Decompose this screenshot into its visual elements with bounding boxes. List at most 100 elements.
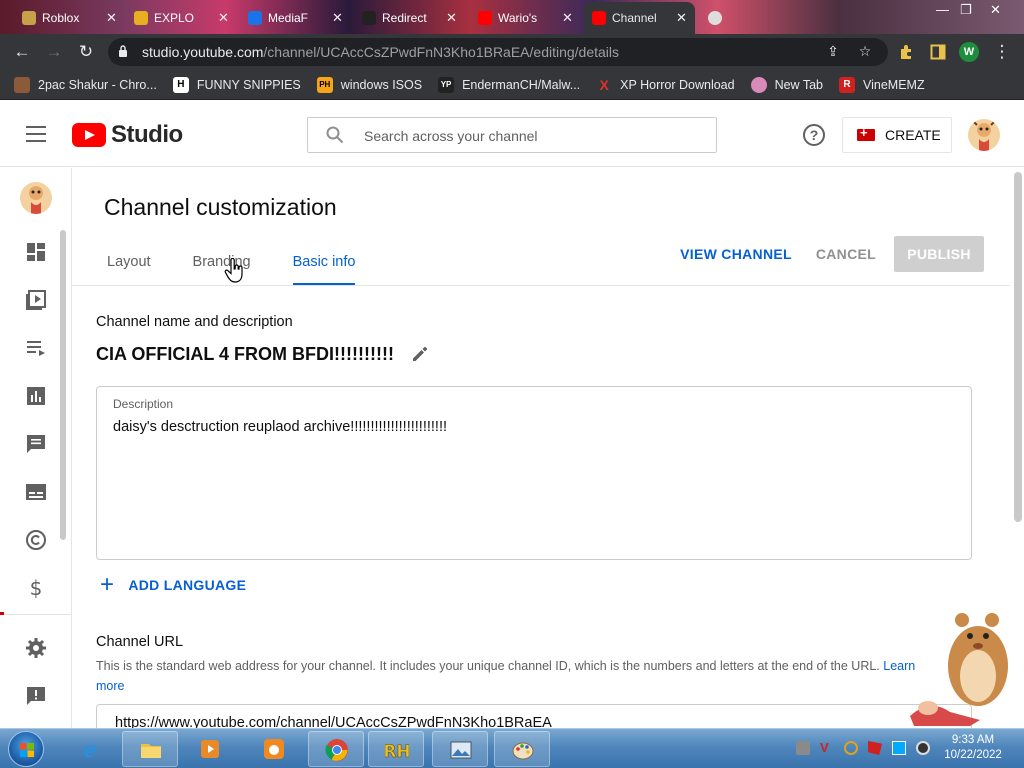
- close-window-icon[interactable]: ✕: [990, 2, 1001, 18]
- roblox-icon: [22, 11, 36, 25]
- browser-tab[interactable]: Redirect ✕: [354, 4, 465, 32]
- copyright-icon[interactable]: [24, 528, 48, 552]
- taskbar-ie[interactable]: e: [62, 731, 118, 767]
- monetization-icon[interactable]: $: [24, 576, 48, 600]
- close-icon[interactable]: ✕: [446, 10, 457, 26]
- taskbar-explorer[interactable]: [122, 731, 178, 767]
- tray-app-icon[interactable]: [796, 741, 810, 755]
- dashboard-icon[interactable]: [24, 240, 48, 264]
- sidepanel-icon[interactable]: [930, 44, 946, 60]
- content-icon[interactable]: [24, 288, 48, 312]
- view-channel-button[interactable]: VIEW CHANNEL: [668, 236, 804, 272]
- mediafire-icon: [248, 11, 262, 25]
- browser-tab[interactable]: Wario's ✕: [470, 4, 581, 32]
- menu-icon[interactable]: ⋮: [992, 42, 1012, 62]
- browser-tab-active[interactable]: Channel ✕: [584, 2, 695, 34]
- back-icon[interactable]: ←: [12, 42, 32, 62]
- tray-search-icon[interactable]: [844, 741, 858, 755]
- sidebar-scrollbar[interactable]: [60, 230, 66, 540]
- hamburger-menu-icon[interactable]: [26, 126, 46, 142]
- bookmark[interactable]: R VineMEMZ: [839, 76, 925, 93]
- star-icon[interactable]: ☆: [856, 43, 874, 61]
- taskbar-resource-hacker[interactable]: RH: [368, 731, 424, 767]
- address-bar[interactable]: studio.youtube.com/channel/UCAccCsZPwdFn…: [108, 38, 888, 66]
- create-button[interactable]: CREATE: [842, 117, 952, 153]
- taskbar-media[interactable]: [182, 731, 238, 767]
- left-sidebar: $: [0, 168, 72, 728]
- studio-logo-text[interactable]: Studio: [111, 121, 183, 149]
- share-icon[interactable]: ⇪: [824, 43, 842, 61]
- bookmark[interactable]: PH windows ISOS: [316, 76, 422, 93]
- close-icon[interactable]: ✕: [562, 10, 573, 26]
- comments-icon[interactable]: [24, 432, 48, 456]
- new-tab-icon[interactable]: [700, 4, 722, 32]
- extensions-icon[interactable]: [898, 44, 914, 60]
- avatar[interactable]: [968, 119, 1000, 151]
- tray-flag-icon[interactable]: [868, 741, 882, 755]
- playlists-icon[interactable]: [24, 336, 48, 360]
- plus-icon: +: [100, 571, 115, 598]
- main-scrollbar[interactable]: [1014, 172, 1022, 522]
- rh-icon: RH: [385, 742, 409, 762]
- sidebar-divider: [0, 614, 72, 615]
- start-button[interactable]: [8, 731, 44, 767]
- help-icon[interactable]: ?: [803, 124, 825, 146]
- h-icon: H: [172, 76, 189, 93]
- bookmark[interactable]: X XP Horror Download: [596, 77, 735, 93]
- channel-name: CIA OFFICIAL 4 FROM BFDI!!!!!!!!!!: [96, 344, 394, 364]
- description-text[interactable]: daisy's desctruction reuplaod archive!!!…: [113, 419, 447, 435]
- browser-tab[interactable]: MediaF ✕: [240, 4, 351, 32]
- publish-button[interactable]: PUBLISH: [894, 236, 984, 272]
- tab-basic-info[interactable]: Basic info: [278, 244, 371, 286]
- taskbar-photos[interactable]: [432, 731, 488, 767]
- bookmark[interactable]: 2pac Shakur - Chro...: [14, 76, 157, 93]
- subtitles-icon[interactable]: [24, 480, 48, 504]
- profile-avatar[interactable]: W: [959, 42, 979, 62]
- close-icon[interactable]: ✕: [676, 10, 687, 26]
- edit-pencil-icon[interactable]: [410, 344, 430, 364]
- ghost-icon: [708, 11, 722, 25]
- browser-tab[interactable]: EXPLO ✕: [126, 4, 237, 32]
- taskbar-chrome[interactable]: [308, 731, 364, 767]
- channel-avatar[interactable]: [20, 182, 52, 214]
- tabs-divider: [72, 285, 1010, 286]
- add-language-button[interactable]: + ADD LANGUAGE: [100, 571, 246, 598]
- close-icon[interactable]: ✕: [106, 10, 117, 26]
- bookmarks-bar: 2pac Shakur - Chro... H FUNNY SNIPPIES P…: [0, 70, 1024, 100]
- bookmark[interactable]: New Tab: [750, 76, 823, 93]
- taskbar-ucbrowser[interactable]: [246, 731, 302, 767]
- reload-icon[interactable]: ↻: [76, 42, 96, 62]
- close-icon[interactable]: ✕: [218, 10, 229, 26]
- tab-layout[interactable]: Layout: [92, 244, 166, 286]
- tab-branding[interactable]: Branding: [178, 244, 266, 286]
- sidebar-indicator: [0, 612, 4, 615]
- youtube-logo-icon[interactable]: [72, 123, 106, 147]
- svg-text:$: $: [30, 576, 43, 600]
- description-field[interactable]: Description daisy's desctruction reuplao…: [96, 386, 972, 560]
- newtab-icon: [750, 76, 767, 93]
- browser-tab[interactable]: Roblox ✕: [14, 4, 125, 32]
- tray-volume-icon[interactable]: [916, 741, 930, 755]
- tray-network-icon[interactable]: [892, 741, 906, 755]
- taskbar-clock[interactable]: 9:33 AM 10/22/2022: [940, 733, 1006, 763]
- browser-tab-strip: Roblox ✕ EXPLO ✕ MediaF ✕ Redirect ✕ War…: [0, 0, 1024, 34]
- maximize-icon[interactable]: ❐: [960, 2, 972, 18]
- feedback-icon[interactable]: [24, 684, 48, 708]
- chrome-icon: [325, 739, 348, 761]
- analytics-icon[interactable]: [24, 384, 48, 408]
- search-input[interactable]: [364, 126, 704, 146]
- bookmark[interactable]: H FUNNY SNIPPIES: [172, 76, 301, 93]
- internet-explorer-icon: e: [83, 737, 97, 761]
- paint-palette-icon: [512, 742, 534, 760]
- cartoon-avatar-icon: [29, 186, 43, 214]
- close-icon[interactable]: ✕: [332, 10, 343, 26]
- search-box[interactable]: [307, 117, 717, 153]
- taskbar-paint[interactable]: [494, 731, 550, 767]
- video-camera-icon: [857, 125, 875, 141]
- tray-v-icon[interactable]: V: [820, 741, 834, 755]
- bookmark[interactable]: YP EndermanCH/Malw...: [438, 76, 580, 93]
- minimize-icon[interactable]: —: [936, 2, 949, 17]
- cancel-button[interactable]: CANCEL: [804, 236, 888, 272]
- forward-icon[interactable]: →: [44, 42, 64, 62]
- settings-icon[interactable]: [24, 636, 48, 660]
